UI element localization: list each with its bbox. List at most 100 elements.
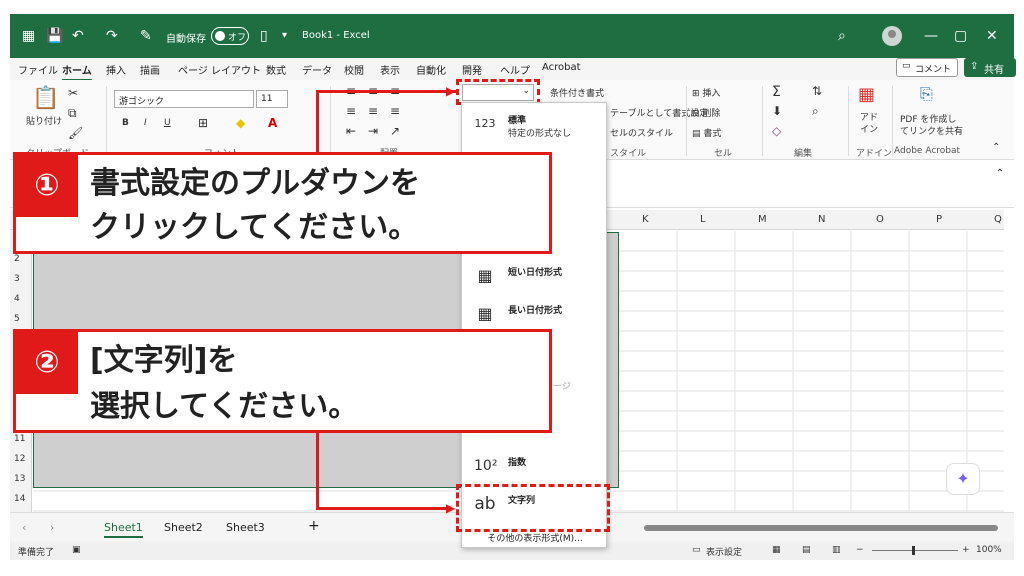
- zoom-in-icon[interactable]: +: [962, 545, 970, 555]
- sheet-tab[interactable]: Sheet3: [226, 521, 265, 534]
- align-center-icon[interactable]: ≡: [368, 104, 378, 118]
- collapse-ribbon-icon[interactable]: ⌃: [992, 142, 1000, 153]
- accessibility-icon[interactable]: ▣: [72, 545, 81, 555]
- conditional-format-button[interactable]: 条件付き書式: [550, 86, 604, 99]
- zoom-out-icon[interactable]: −: [856, 545, 864, 555]
- comment-button[interactable]: ▭ コメント: [896, 58, 958, 77]
- tab-review[interactable]: 校閲: [344, 62, 364, 77]
- customize-qat-icon[interactable]: ▾: [282, 27, 287, 45]
- border-icon[interactable]: ⊞: [198, 116, 208, 130]
- row-header[interactable]: 14: [14, 494, 25, 504]
- tab-view[interactable]: 表示: [380, 62, 400, 77]
- display-settings-icon[interactable]: ▭: [692, 545, 701, 555]
- prev-sheet-icon[interactable]: ‹: [22, 521, 26, 534]
- tab-acrobat[interactable]: Acrobat: [542, 62, 581, 73]
- tab-automate[interactable]: 自動化: [416, 62, 446, 77]
- row-header[interactable]: 3: [14, 274, 20, 284]
- tab-formulas[interactable]: 数式: [266, 62, 286, 77]
- paste-label[interactable]: 貼り付け: [26, 114, 62, 127]
- format-option-scientific[interactable]: 10² 指数: [462, 449, 608, 487]
- redo-icon[interactable]: ↷: [106, 27, 118, 45]
- cell-style-button[interactable]: セルのスタイル: [610, 126, 673, 139]
- format-cells-button[interactable]: ▤ 書式: [692, 126, 721, 139]
- addin-label[interactable]: アド イン: [860, 112, 878, 136]
- paste-icon[interactable]: 📋: [32, 86, 59, 111]
- autosum-icon[interactable]: Σ: [772, 84, 781, 100]
- tab-page-layout[interactable]: ページ レイアウト: [178, 62, 261, 77]
- find-icon[interactable]: ⌕: [812, 104, 819, 119]
- font-color-icon[interactable]: A: [268, 116, 277, 130]
- more-formats-link[interactable]: その他の表示形式(M)...: [462, 531, 608, 544]
- cut-icon[interactable]: ✂: [68, 86, 78, 100]
- clear-icon[interactable]: ◇: [772, 124, 781, 138]
- undo-icon[interactable]: ↶: [72, 27, 84, 45]
- column-header[interactable]: M: [758, 214, 767, 225]
- column-header[interactable]: P: [936, 214, 942, 225]
- row-header[interactable]: 11: [14, 434, 25, 444]
- avatar[interactable]: [882, 26, 902, 46]
- zoom-slider[interactable]: [872, 550, 958, 551]
- tab-data[interactable]: データ: [302, 62, 332, 77]
- sheet-tab[interactable]: Sheet2: [164, 521, 203, 534]
- format-painter-icon[interactable]: ✎: [140, 27, 152, 45]
- orientation-icon[interactable]: ↗: [390, 124, 400, 138]
- addin-icon[interactable]: ▦: [858, 84, 875, 105]
- sheet-tab[interactable]: Sheet1: [104, 521, 143, 538]
- page-layout-view-icon[interactable]: ▤: [802, 545, 811, 555]
- add-sheet-button[interactable]: +: [308, 518, 320, 534]
- copilot-icon[interactable]: ✦: [946, 463, 980, 495]
- column-header[interactable]: L: [700, 214, 706, 225]
- minimize-icon[interactable]: —: [924, 27, 938, 45]
- row-header[interactable]: 13: [14, 474, 25, 484]
- fill-color-icon[interactable]: ◆: [236, 116, 245, 130]
- tab-file[interactable]: ファイル: [18, 62, 58, 77]
- tab-help[interactable]: ヘルプ: [500, 62, 530, 77]
- column-header[interactable]: Q: [994, 214, 1002, 225]
- sort-filter-icon[interactable]: ⇅: [812, 84, 822, 98]
- font-name-select[interactable]: 游ゴシック: [114, 90, 254, 108]
- row-header[interactable]: 4: [14, 294, 20, 304]
- autosave-toggle[interactable]: オフ: [211, 27, 249, 45]
- format-option-general[interactable]: 123 標準 特定の形式なし: [462, 107, 608, 145]
- tab-home[interactable]: ホーム: [62, 62, 92, 81]
- pdf-icon[interactable]: ⎘: [920, 84, 933, 104]
- next-sheet-icon[interactable]: ›: [50, 521, 54, 534]
- align-left-icon[interactable]: ≡: [346, 104, 356, 118]
- font-size-select[interactable]: 11: [256, 90, 288, 108]
- bold-button[interactable]: B: [122, 118, 129, 128]
- zoom-slider-thumb[interactable]: [912, 546, 915, 555]
- copy-icon[interactable]: ⧉: [68, 106, 77, 121]
- italic-button[interactable]: I: [144, 118, 147, 128]
- close-icon[interactable]: ✕: [986, 27, 998, 45]
- page-break-view-icon[interactable]: ▥: [832, 545, 841, 555]
- file-icon[interactable]: ▯: [260, 27, 268, 45]
- format-painter-icon[interactable]: 🖌: [68, 126, 83, 140]
- column-header[interactable]: N: [818, 214, 825, 225]
- indent-decrease-icon[interactable]: ⇤: [346, 124, 356, 138]
- normal-view-icon[interactable]: ▦: [772, 545, 781, 555]
- row-header[interactable]: 12: [14, 454, 25, 464]
- underline-button[interactable]: U: [164, 118, 171, 128]
- indent-increase-icon[interactable]: ⇥: [368, 124, 378, 138]
- insert-cells-button[interactable]: ⊞ 挿入: [692, 86, 720, 99]
- share-button[interactable]: ⇪ 共有: [964, 58, 1016, 77]
- search-icon[interactable]: ⌕: [838, 27, 846, 45]
- row-header[interactable]: 2: [14, 254, 20, 264]
- zoom-level[interactable]: 100%: [976, 545, 1002, 555]
- delete-cells-button[interactable]: ⊟ 削除: [692, 106, 720, 119]
- save-icon[interactable]: 💾: [46, 27, 63, 45]
- align-right-icon[interactable]: ≡: [390, 104, 400, 118]
- tab-insert[interactable]: 挿入: [106, 62, 126, 77]
- tab-draw[interactable]: 描画: [140, 62, 160, 77]
- display-settings[interactable]: 表示設定: [706, 545, 742, 558]
- maximize-icon[interactable]: ▢: [954, 27, 967, 45]
- expand-formula-icon[interactable]: ⌃: [996, 168, 1004, 179]
- pdf-label-2[interactable]: てリンクを共有: [900, 124, 963, 137]
- row-header[interactable]: 5: [14, 314, 20, 324]
- fill-icon[interactable]: ⬇: [772, 104, 782, 118]
- horizontal-scrollbar[interactable]: [644, 525, 998, 531]
- column-header[interactable]: O: [876, 214, 884, 225]
- column-header[interactable]: K: [642, 214, 649, 225]
- format-option-short-date[interactable]: ▦ 短い日付形式: [462, 259, 608, 297]
- tab-developer[interactable]: 開発: [462, 62, 482, 77]
